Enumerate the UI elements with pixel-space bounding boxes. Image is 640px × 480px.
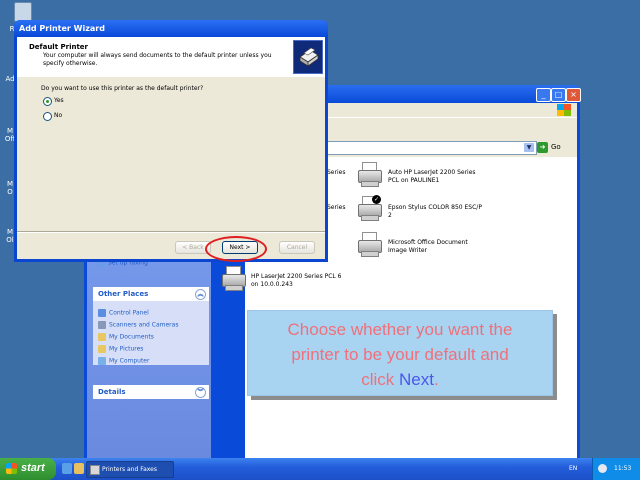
other-places-title: Other Places [98,290,149,298]
divider [17,231,325,233]
wizard-body: Do you want to use this printer as the d… [17,77,325,259]
checkmark-icon: ✓ [372,195,381,204]
printer-label[interactable]: Epson Stylus COLOR 850 ESC/P 2 [388,204,482,220]
link-label: My Documents [109,333,154,341]
taskbar-item-label: Printers and Faxes [102,466,157,473]
language-indicator[interactable]: EN [569,465,577,472]
maximize-button[interactable]: □ [551,88,566,102]
other-places-panel: Other Places ︽ Control Panel Scanners an… [93,287,209,365]
printer-label[interactable]: Microsoft Office Document Image Writer [388,239,468,255]
printer-label: Series [327,169,346,176]
instruction-callout: Choose whether you want the printer to b… [247,310,553,396]
wizard-header: Default Printer Your computer will alway… [17,37,325,78]
callout-next-word: Next [399,370,434,389]
printer-icon[interactable]: ✓ [355,195,383,221]
wizard-title: Add Printer Wizard [19,24,105,33]
quick-launch-browser-icon[interactable] [62,463,72,474]
printer-icon [293,40,323,74]
radio-yes-label: Yes [54,97,64,104]
link-control-panel[interactable]: Control Panel [98,309,149,319]
wizard-header-description: Your computer will always send documents… [43,52,272,67]
radio-no[interactable]: No [43,111,103,121]
taskbar: start Printers and Faxes EN 11:53 [0,458,640,480]
minimize-button[interactable]: _ [536,88,551,102]
callout-text: Choose whether you want the printer to b… [254,317,546,392]
link-label: Control Panel [109,309,149,317]
add-printer-wizard-dialog: Add Printer Wizard Default Printer Your … [14,20,328,262]
cancel-button[interactable]: Cancel [279,241,315,254]
default-printer-question: Do you want to use this printer as the d… [41,85,204,92]
printer-label[interactable]: HP LaserJet 2200 Series PCL 6 on 10.0.0.… [251,273,341,289]
link-my-documents[interactable]: My Documents [98,333,154,343]
chevron-up-icon[interactable]: ︽ [195,289,206,300]
close-button[interactable]: × [566,88,581,102]
link-my-computer[interactable]: My Computer [98,357,149,367]
go-button[interactable]: ➜ Go [537,141,573,154]
printer-icon[interactable] [355,161,383,187]
printer-label[interactable]: Auto HP LaserJet 2200 Series PCL on PAUL… [388,169,476,185]
taskbar-item-printers-and-faxes[interactable]: Printers and Faxes [86,461,174,478]
wizard-title-bar[interactable]: Add Printer Wizard [14,20,328,37]
printer-icon[interactable] [355,231,383,257]
callout-line-1: Choose whether you want the [287,320,513,339]
link-label: Scanners and Cameras [109,321,179,329]
clock[interactable]: 11:53 [614,465,631,472]
next-highlight-ring [205,236,267,262]
go-label: Go [551,143,561,151]
chevron-down-icon[interactable]: ▼ [524,143,534,152]
other-places-header[interactable]: Other Places ︽ [93,287,209,301]
radio-yes[interactable]: Yes [43,96,103,106]
callout-line-3: click Next. [254,367,546,392]
link-label: My Pictures [109,345,144,353]
link-scanners-cameras[interactable]: Scanners and Cameras [98,321,178,331]
callout-suffix: . [434,370,439,389]
details-title: Details [98,388,126,396]
windows-logo-icon [6,463,17,474]
chevron-down-icon[interactable]: ︾ [195,387,206,398]
callout-line-2: printer to be your default and [291,345,509,364]
printer-icon[interactable] [219,265,247,291]
radio-selected-icon[interactable] [43,97,52,106]
windows-logo-icon [557,104,571,116]
link-my-pictures[interactable]: My Pictures [98,345,143,355]
callout-prefix: click [361,370,400,389]
printer-icon [90,465,100,475]
arrow-right-icon: ➜ [537,142,548,153]
system-tray: 11:53 [592,458,640,480]
network-icon[interactable] [598,464,607,473]
details-header[interactable]: Details ︾ [93,385,209,399]
quick-launch-folder-icon[interactable] [74,463,84,474]
radio-no-label: No [54,112,63,119]
details-panel: Details ︾ [93,385,209,399]
printer-label: Series [327,204,346,211]
start-label: start [21,462,45,474]
link-label: My Computer [109,357,150,365]
start-button[interactable]: start [0,458,56,480]
wizard-header-title: Default Printer [29,43,89,51]
radio-empty-icon[interactable] [43,112,52,121]
recycle-bin-icon[interactable] [14,2,32,22]
